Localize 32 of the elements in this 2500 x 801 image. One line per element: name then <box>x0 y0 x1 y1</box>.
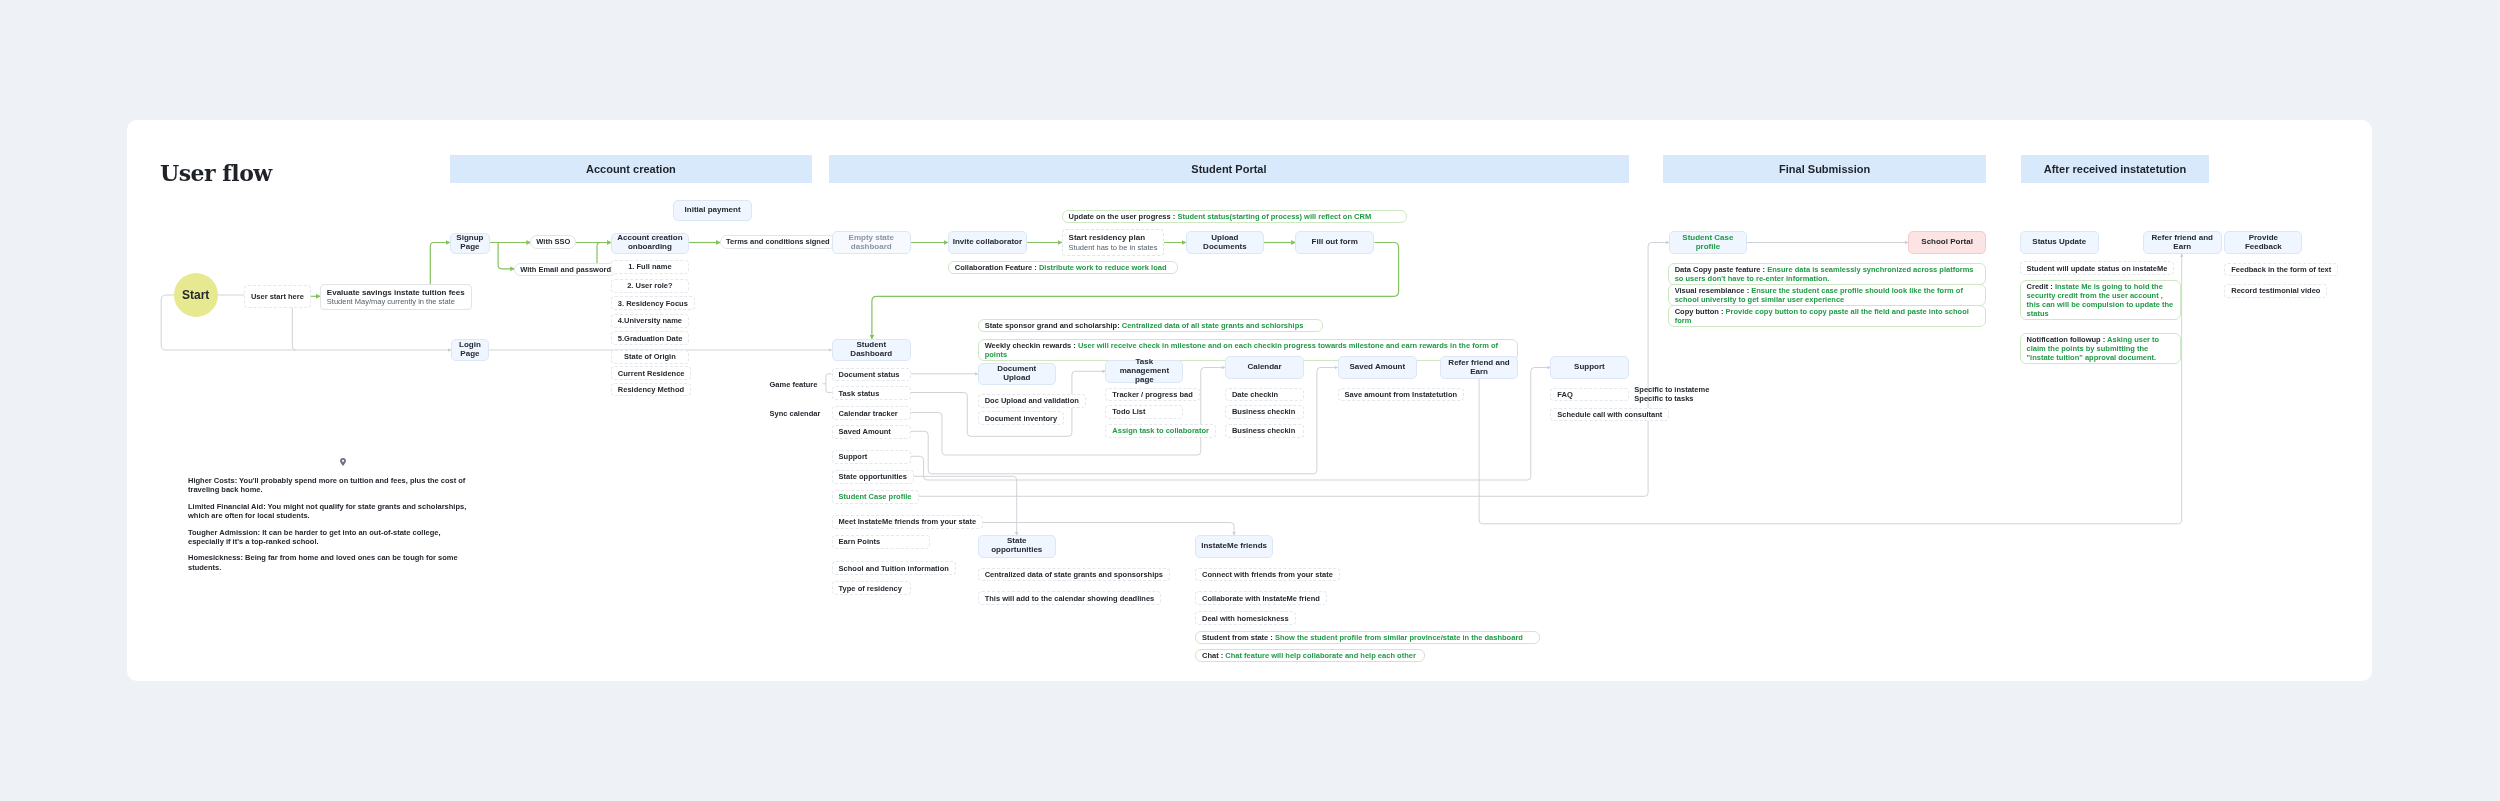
page-title: User flow <box>160 160 272 187</box>
flow-step: InstateMe friends <box>1195 535 1274 558</box>
section-header: After received instatetution <box>2020 155 2210 183</box>
flow-step: Refer friend and Earn <box>1439 356 1519 379</box>
flow-step: Initial payment <box>672 200 753 222</box>
flow-step: Refer friend and Earn <box>2142 231 2222 254</box>
flow-step: Login Page <box>450 338 489 362</box>
flow-step: Provide Feedback <box>2224 231 2303 254</box>
flow-step: Invite collaborator <box>947 231 1028 254</box>
flow-step: State opportunities <box>977 535 1056 558</box>
flow-step: Document Upload <box>977 362 1056 385</box>
flow-step: Fill out form <box>1295 231 1375 254</box>
section-header: Final Submission <box>1663 155 1987 183</box>
flow-step: Status Update <box>2019 231 2099 254</box>
flow-step: Student Case profile <box>1668 231 1747 254</box>
section-header: Account creation <box>449 155 813 183</box>
connector-line <box>688 240 721 245</box>
flow-step: Upload Documents <box>1185 231 1264 254</box>
flow-step: Calendar <box>1224 356 1305 379</box>
section-header: Student Portal <box>829 155 1629 183</box>
flow-step: Signup Page <box>449 232 491 254</box>
flow-step: Saved Amount <box>1337 356 1417 379</box>
flow-step: School Portal <box>1908 231 1987 254</box>
flow-step: Account creation onboarding <box>610 232 689 254</box>
flow-step: Task management page <box>1105 360 1184 383</box>
flow-step: Support <box>1550 356 1629 379</box>
card-title: Start residency plan <box>1068 233 1147 243</box>
flow-step: Empty state dashboard <box>831 231 911 254</box>
card-title: Evaluate savings instate tuition fees <box>326 287 465 298</box>
pin-icon <box>340 458 346 466</box>
flow-step: Student Dashboard <box>831 338 911 362</box>
start-node: Start <box>173 273 218 317</box>
